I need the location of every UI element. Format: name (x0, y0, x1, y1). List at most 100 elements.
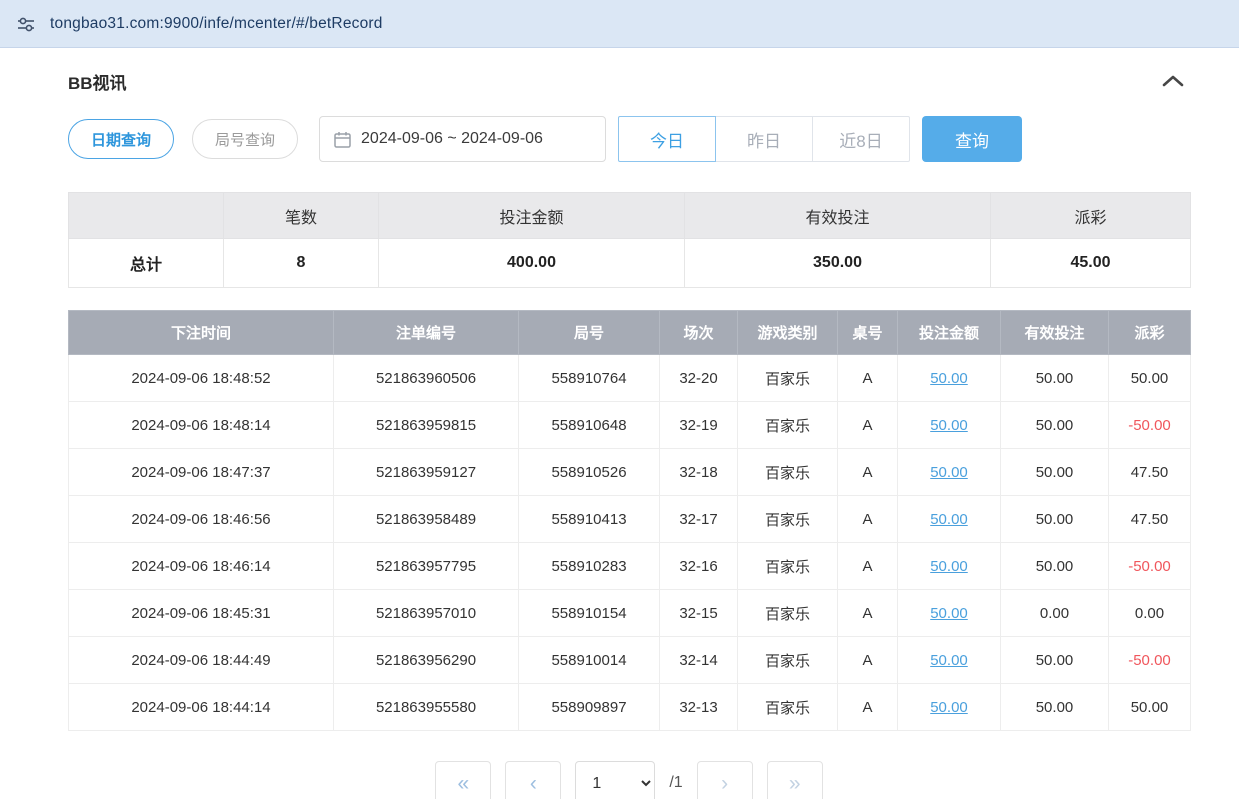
table-row: 2024-09-06 18:44:14 521863955580 5589098… (69, 684, 1191, 731)
bet-amount-link[interactable]: 50.00 (930, 605, 968, 622)
summary-header-payout: 派彩 (991, 193, 1191, 239)
bet-record-table: 下注时间 注单编号 局号 场次 游戏类别 桌号 投注金额 有效投注 派彩 202… (68, 310, 1191, 731)
table-no: A (838, 543, 898, 590)
table-no: A (838, 684, 898, 731)
next-page-button[interactable]: › (697, 761, 753, 799)
calendar-icon (334, 131, 351, 148)
game-type: 百家乐 (738, 590, 838, 637)
game-type: 百家乐 (738, 496, 838, 543)
bet-amount-cell: 50.00 (898, 637, 1001, 684)
bet-amount-cell: 50.00 (898, 449, 1001, 496)
header-round-no: 局号 (519, 311, 660, 355)
table-header-row: 下注时间 注单编号 局号 场次 游戏类别 桌号 投注金额 有效投注 派彩 (69, 311, 1191, 355)
header-valid-bet: 有效投注 (1001, 311, 1109, 355)
bet-time: 2024-09-06 18:47:37 (69, 449, 334, 496)
payout: -50.00 (1109, 543, 1191, 590)
page-select[interactable]: 1 (575, 761, 655, 799)
bet-id: 521863956290 (334, 637, 519, 684)
bet-amount-link[interactable]: 50.00 (930, 511, 968, 528)
summary-header-valid-bet: 有效投注 (685, 193, 991, 239)
bet-amount-link[interactable]: 50.00 (930, 652, 968, 669)
bet-time: 2024-09-06 18:48:52 (69, 355, 334, 402)
search-button[interactable]: 查询 (922, 116, 1022, 162)
bet-id: 521863960506 (334, 355, 519, 402)
session: 32-14 (660, 637, 738, 684)
header-bet-amount: 投注金额 (898, 311, 1001, 355)
payout: 47.50 (1109, 449, 1191, 496)
valid-bet: 50.00 (1001, 496, 1109, 543)
bet-id: 521863957795 (334, 543, 519, 590)
bet-amount-link[interactable]: 50.00 (930, 558, 968, 575)
valid-bet: 50.00 (1001, 402, 1109, 449)
round-no: 558910413 (519, 496, 660, 543)
total-count: 8 (224, 239, 379, 288)
site-settings-icon[interactable] (16, 14, 36, 34)
table-row: 2024-09-06 18:46:14 521863957795 5589102… (69, 543, 1191, 590)
bet-time: 2024-09-06 18:45:31 (69, 590, 334, 637)
bet-time: 2024-09-06 18:44:49 (69, 637, 334, 684)
table-row: 2024-09-06 18:45:31 521863957010 5589101… (69, 590, 1191, 637)
session: 32-17 (660, 496, 738, 543)
total-bet-amount: 400.00 (379, 239, 685, 288)
total-payout: 45.00 (991, 239, 1191, 288)
bet-time: 2024-09-06 18:46:14 (69, 543, 334, 590)
round-query-tab[interactable]: 局号查询 (192, 119, 298, 159)
collapse-chevron-icon[interactable] (1162, 72, 1184, 90)
game-type: 百家乐 (738, 355, 838, 402)
prev-page-button[interactable]: ‹ (505, 761, 561, 799)
table-no: A (838, 355, 898, 402)
panel-header: BB视讯 (68, 68, 1190, 94)
header-table-no: 桌号 (838, 311, 898, 355)
table-row: 2024-09-06 18:48:52 521863960506 5589107… (69, 355, 1191, 402)
payout: 50.00 (1109, 355, 1191, 402)
yesterday-button[interactable]: 昨日 (715, 116, 813, 162)
game-type: 百家乐 (738, 449, 838, 496)
round-no: 558909897 (519, 684, 660, 731)
game-type: 百家乐 (738, 684, 838, 731)
round-no: 558910014 (519, 637, 660, 684)
bet-amount-cell: 50.00 (898, 402, 1001, 449)
bet-amount-link[interactable]: 50.00 (930, 699, 968, 716)
bet-amount-cell: 50.00 (898, 496, 1001, 543)
session: 32-19 (660, 402, 738, 449)
summary-header-count: 笔数 (224, 193, 379, 239)
page-total: /1 (669, 761, 682, 799)
valid-bet: 0.00 (1001, 590, 1109, 637)
bet-id: 521863957010 (334, 590, 519, 637)
payout: -50.00 (1109, 402, 1191, 449)
header-payout: 派彩 (1109, 311, 1191, 355)
today-button[interactable]: 今日 (618, 116, 716, 162)
bet-amount-link[interactable]: 50.00 (930, 464, 968, 481)
table-row: 2024-09-06 18:48:14 521863959815 5589106… (69, 402, 1191, 449)
total-label: 总计 (69, 239, 224, 288)
round-no: 558910764 (519, 355, 660, 402)
last8days-button[interactable]: 近8日 (812, 116, 910, 162)
round-no: 558910526 (519, 449, 660, 496)
first-page-button[interactable]: « (435, 761, 491, 799)
valid-bet: 50.00 (1001, 449, 1109, 496)
bet-amount-link[interactable]: 50.00 (930, 417, 968, 434)
summary-header-row: 笔数 投注金额 有效投注 派彩 (69, 193, 1191, 239)
header-bet-id: 注单编号 (334, 311, 519, 355)
table-no: A (838, 402, 898, 449)
game-type: 百家乐 (738, 637, 838, 684)
date-query-tab[interactable]: 日期查询 (68, 119, 174, 159)
table-no: A (838, 637, 898, 684)
bet-amount-cell: 50.00 (898, 355, 1001, 402)
bet-id: 521863955580 (334, 684, 519, 731)
url-text[interactable]: tongbao31.com:9900/infe/mcenter/#/betRec… (50, 15, 383, 33)
date-range-input[interactable]: 2024-09-06 ~ 2024-09-06 (319, 116, 606, 162)
total-valid-bet: 350.00 (685, 239, 991, 288)
valid-bet: 50.00 (1001, 355, 1109, 402)
table-row: 2024-09-06 18:44:49 521863956290 5589100… (69, 637, 1191, 684)
last-page-button[interactable]: » (767, 761, 823, 799)
valid-bet: 50.00 (1001, 543, 1109, 590)
summary-header-bet-amount: 投注金额 (379, 193, 685, 239)
address-bar: tongbao31.com:9900/infe/mcenter/#/betRec… (0, 0, 1239, 48)
bet-amount-link[interactable]: 50.00 (930, 370, 968, 387)
bet-time: 2024-09-06 18:48:14 (69, 402, 334, 449)
bet-amount-cell: 50.00 (898, 590, 1001, 637)
bet-id: 521863958489 (334, 496, 519, 543)
summary-table: 笔数 投注金额 有效投注 派彩 总计 8 400.00 350.00 45.00 (68, 192, 1191, 288)
session: 32-16 (660, 543, 738, 590)
